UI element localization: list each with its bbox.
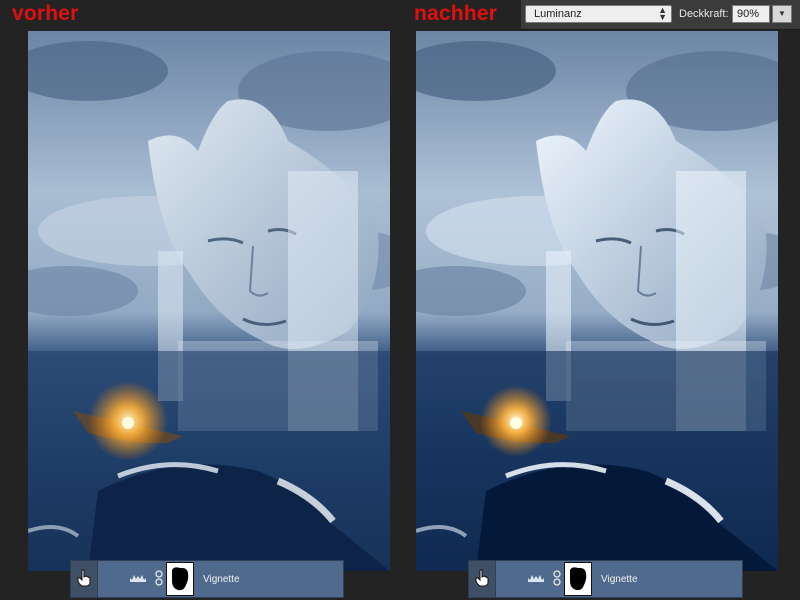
pointing-hand-icon bbox=[475, 569, 489, 587]
mask-thumbnail-icon[interactable] bbox=[166, 562, 194, 596]
blend-mode-value: Luminanz bbox=[534, 8, 582, 20]
chain-link-icon[interactable] bbox=[155, 570, 163, 586]
layer-name: Vignette bbox=[601, 574, 638, 585]
artwork-before bbox=[28, 31, 390, 571]
label-before: vorher bbox=[12, 2, 79, 25]
opacity-dropdown-button[interactable]: ▼ bbox=[772, 5, 792, 23]
layer-row-vignette-after[interactable]: Vignette bbox=[468, 560, 743, 598]
opacity-input[interactable]: 90% bbox=[732, 5, 770, 23]
visibility-toggle[interactable] bbox=[71, 561, 98, 597]
label-after: nachher bbox=[414, 2, 498, 25]
visibility-toggle[interactable] bbox=[469, 561, 496, 597]
chain-link-icon[interactable] bbox=[553, 570, 561, 586]
pointing-hand-icon bbox=[77, 569, 91, 587]
levels-adjustment-icon bbox=[528, 575, 544, 582]
layer-row-vignette-before[interactable]: Vignette bbox=[70, 560, 344, 598]
artwork-after-image bbox=[416, 41, 778, 571]
artwork-before-image bbox=[28, 41, 390, 571]
updown-arrows-icon: ▲ ▼ bbox=[658, 5, 667, 22]
opacity-label: Deckkraft: bbox=[679, 8, 729, 20]
blend-mode-select[interactable]: Luminanz ▲ ▼ bbox=[525, 5, 672, 23]
mask-thumbnail-icon[interactable] bbox=[564, 562, 592, 596]
artwork-after bbox=[416, 31, 778, 571]
levels-adjustment-icon bbox=[130, 575, 146, 582]
layer-name: Vignette bbox=[203, 574, 240, 585]
chevron-down-icon: ▼ bbox=[778, 9, 786, 18]
layer-options-bar: Luminanz ▲ ▼ Deckkraft: 90% ▼ bbox=[521, 0, 800, 30]
